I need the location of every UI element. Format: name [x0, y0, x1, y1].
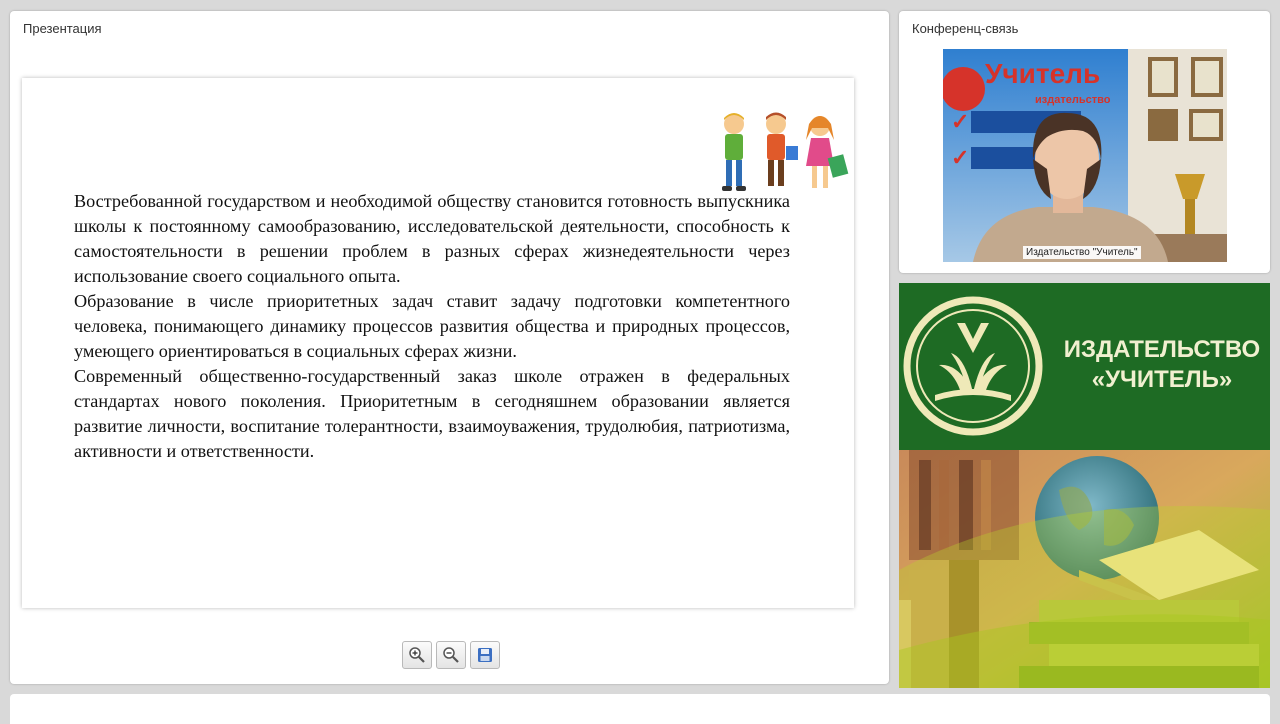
svg-text:✓: ✓ [951, 145, 969, 170]
banner-image [899, 450, 1270, 688]
banner-header: ИЗДАТЕЛЬСТВО «УЧИТЕЛЬ» [899, 283, 1270, 450]
video-feed[interactable]: Учитель издательство ✓ ✓ Издательство "У… [943, 49, 1227, 262]
slide-paragraph: Образование в числе приоритетных задач с… [74, 291, 790, 361]
publisher-logo-icon [903, 296, 1043, 436]
backdrop-subtitle: издательство [1035, 94, 1111, 106]
save-icon [478, 648, 492, 662]
slide-body-text: Востребованной государством и необходимо… [74, 189, 790, 464]
svg-text:✓: ✓ [951, 109, 969, 134]
presentation-slide: Востребованной государством и необходимо… [22, 78, 854, 608]
video-frame: Учитель издательство ✓ ✓ [943, 49, 1227, 262]
presentation-toolbar [402, 641, 500, 669]
zoom-in-icon [409, 647, 425, 663]
publisher-banner: ИЗДАТЕЛЬСТВО «УЧИТЕЛЬ» [899, 283, 1270, 688]
publisher-name: ИЗДАТЕЛЬСТВО «УЧИТЕЛЬ» [1057, 335, 1267, 395]
presentation-panel: Презентация Востребованной государством … [10, 11, 889, 684]
presentation-title: Презентация [23, 21, 102, 36]
backdrop-title: Учитель [985, 58, 1100, 89]
save-button[interactable] [470, 641, 500, 669]
slide-paragraph: Современный общественно-государственный … [74, 366, 790, 461]
books-globe-illustration [899, 450, 1270, 688]
conference-title: Конференц-связь [912, 21, 1019, 36]
zoom-out-icon [443, 647, 459, 663]
zoom-out-button[interactable] [436, 641, 466, 669]
publisher-name-line1: ИЗДАТЕЛЬСТВО [1063, 336, 1261, 363]
video-caption: Издательство "Учитель" [1023, 246, 1141, 259]
slide-paragraph: Востребованной государством и необходимо… [74, 191, 790, 286]
zoom-in-button[interactable] [402, 641, 432, 669]
publisher-name-line2: «УЧИТЕЛЬ» [1091, 366, 1233, 393]
conference-panel: Конференц-связь Учитель издательство ✓ ✓… [899, 11, 1270, 273]
